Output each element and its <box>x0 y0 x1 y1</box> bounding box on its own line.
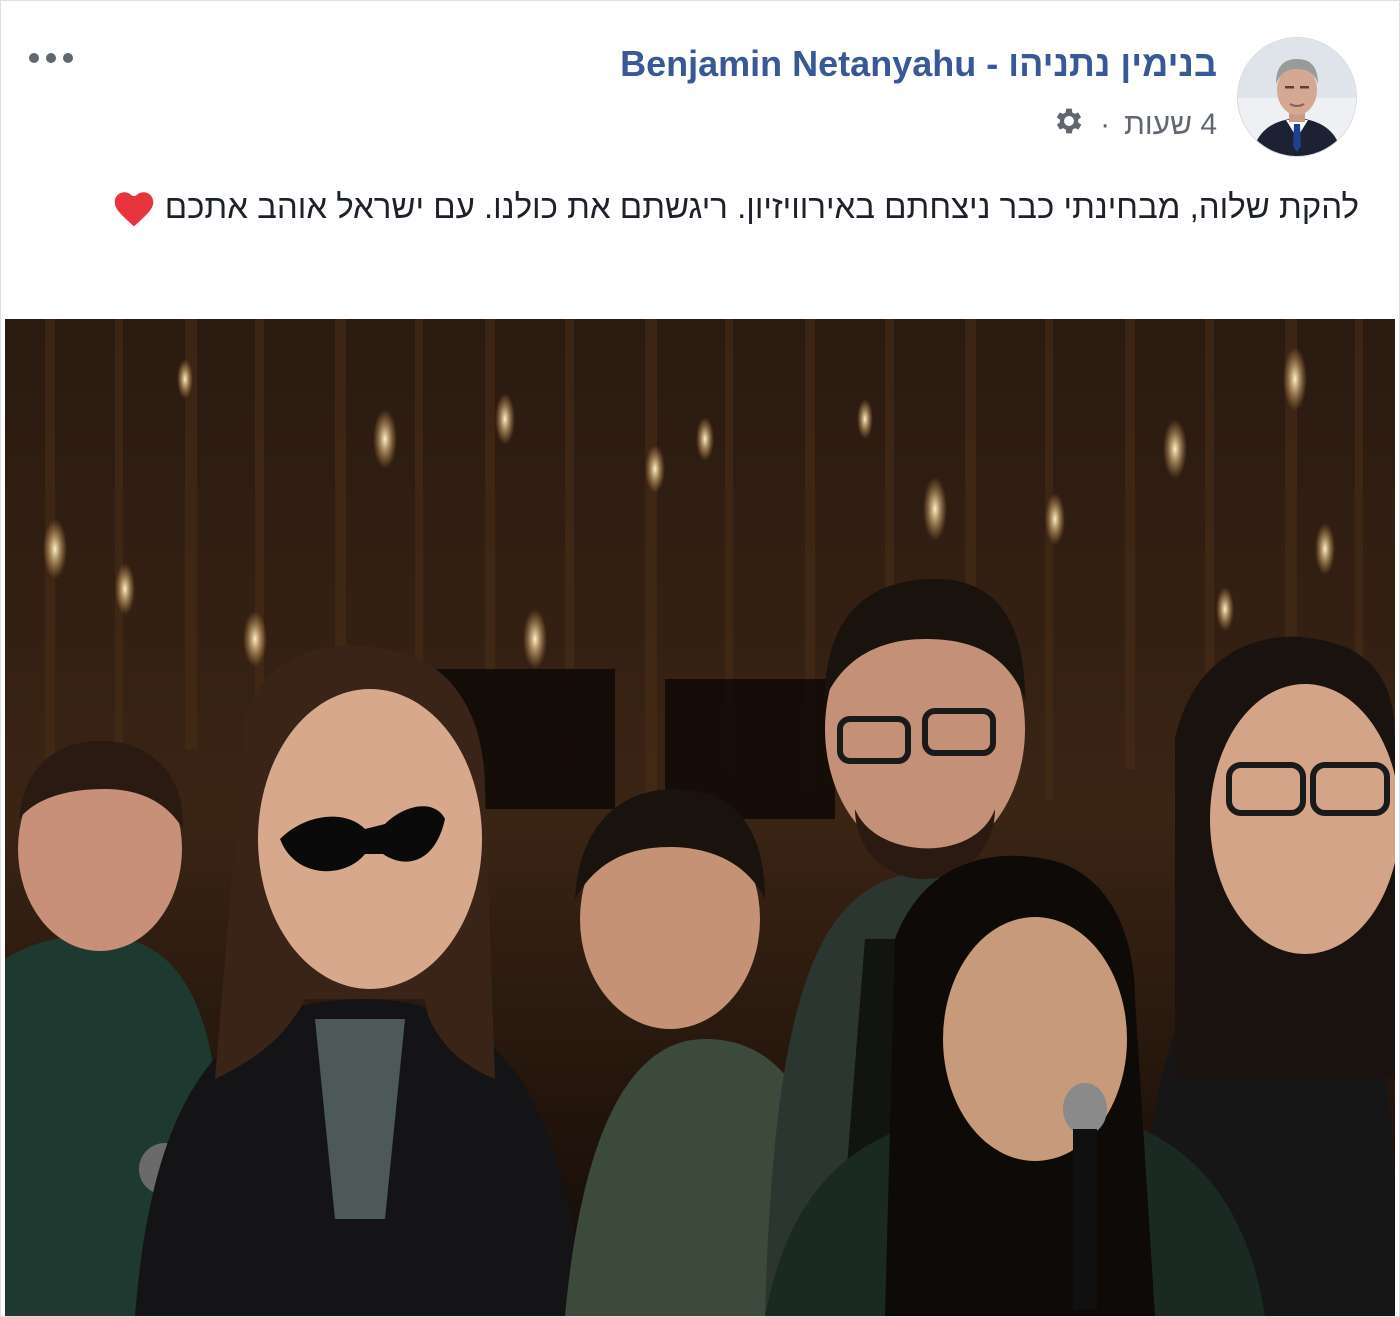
post-photo[interactable] <box>5 319 1395 1316</box>
more-dot <box>63 53 73 63</box>
heart-icon <box>113 188 155 245</box>
author-name-link[interactable]: Benjamin Netanyahu - בנימין נתניהו <box>620 43 1217 85</box>
post-message-text: להקת שלוה, מבחינתי כבר ניצחתם באירוויזיו… <box>164 188 1359 225</box>
post-timestamp[interactable]: 4 שעות <box>1124 108 1217 142</box>
more-options-button[interactable] <box>29 45 81 71</box>
author-avatar[interactable] <box>1237 37 1357 157</box>
more-dot <box>29 53 39 63</box>
avatar-image <box>1238 38 1356 156</box>
privacy-gear-icon[interactable] <box>1052 104 1086 146</box>
post-meta: · 4 שעות <box>1052 105 1217 145</box>
facebook-post: Benjamin Netanyahu - בנימין נתניהו · 4 ש… <box>0 0 1400 1317</box>
meta-separator: · <box>1100 108 1111 141</box>
photo-image <box>5 319 1395 1316</box>
more-dot <box>46 53 56 63</box>
post-message: להקת שלוה, מבחינתי כבר ניצחתם באירוויזיו… <box>61 179 1359 245</box>
